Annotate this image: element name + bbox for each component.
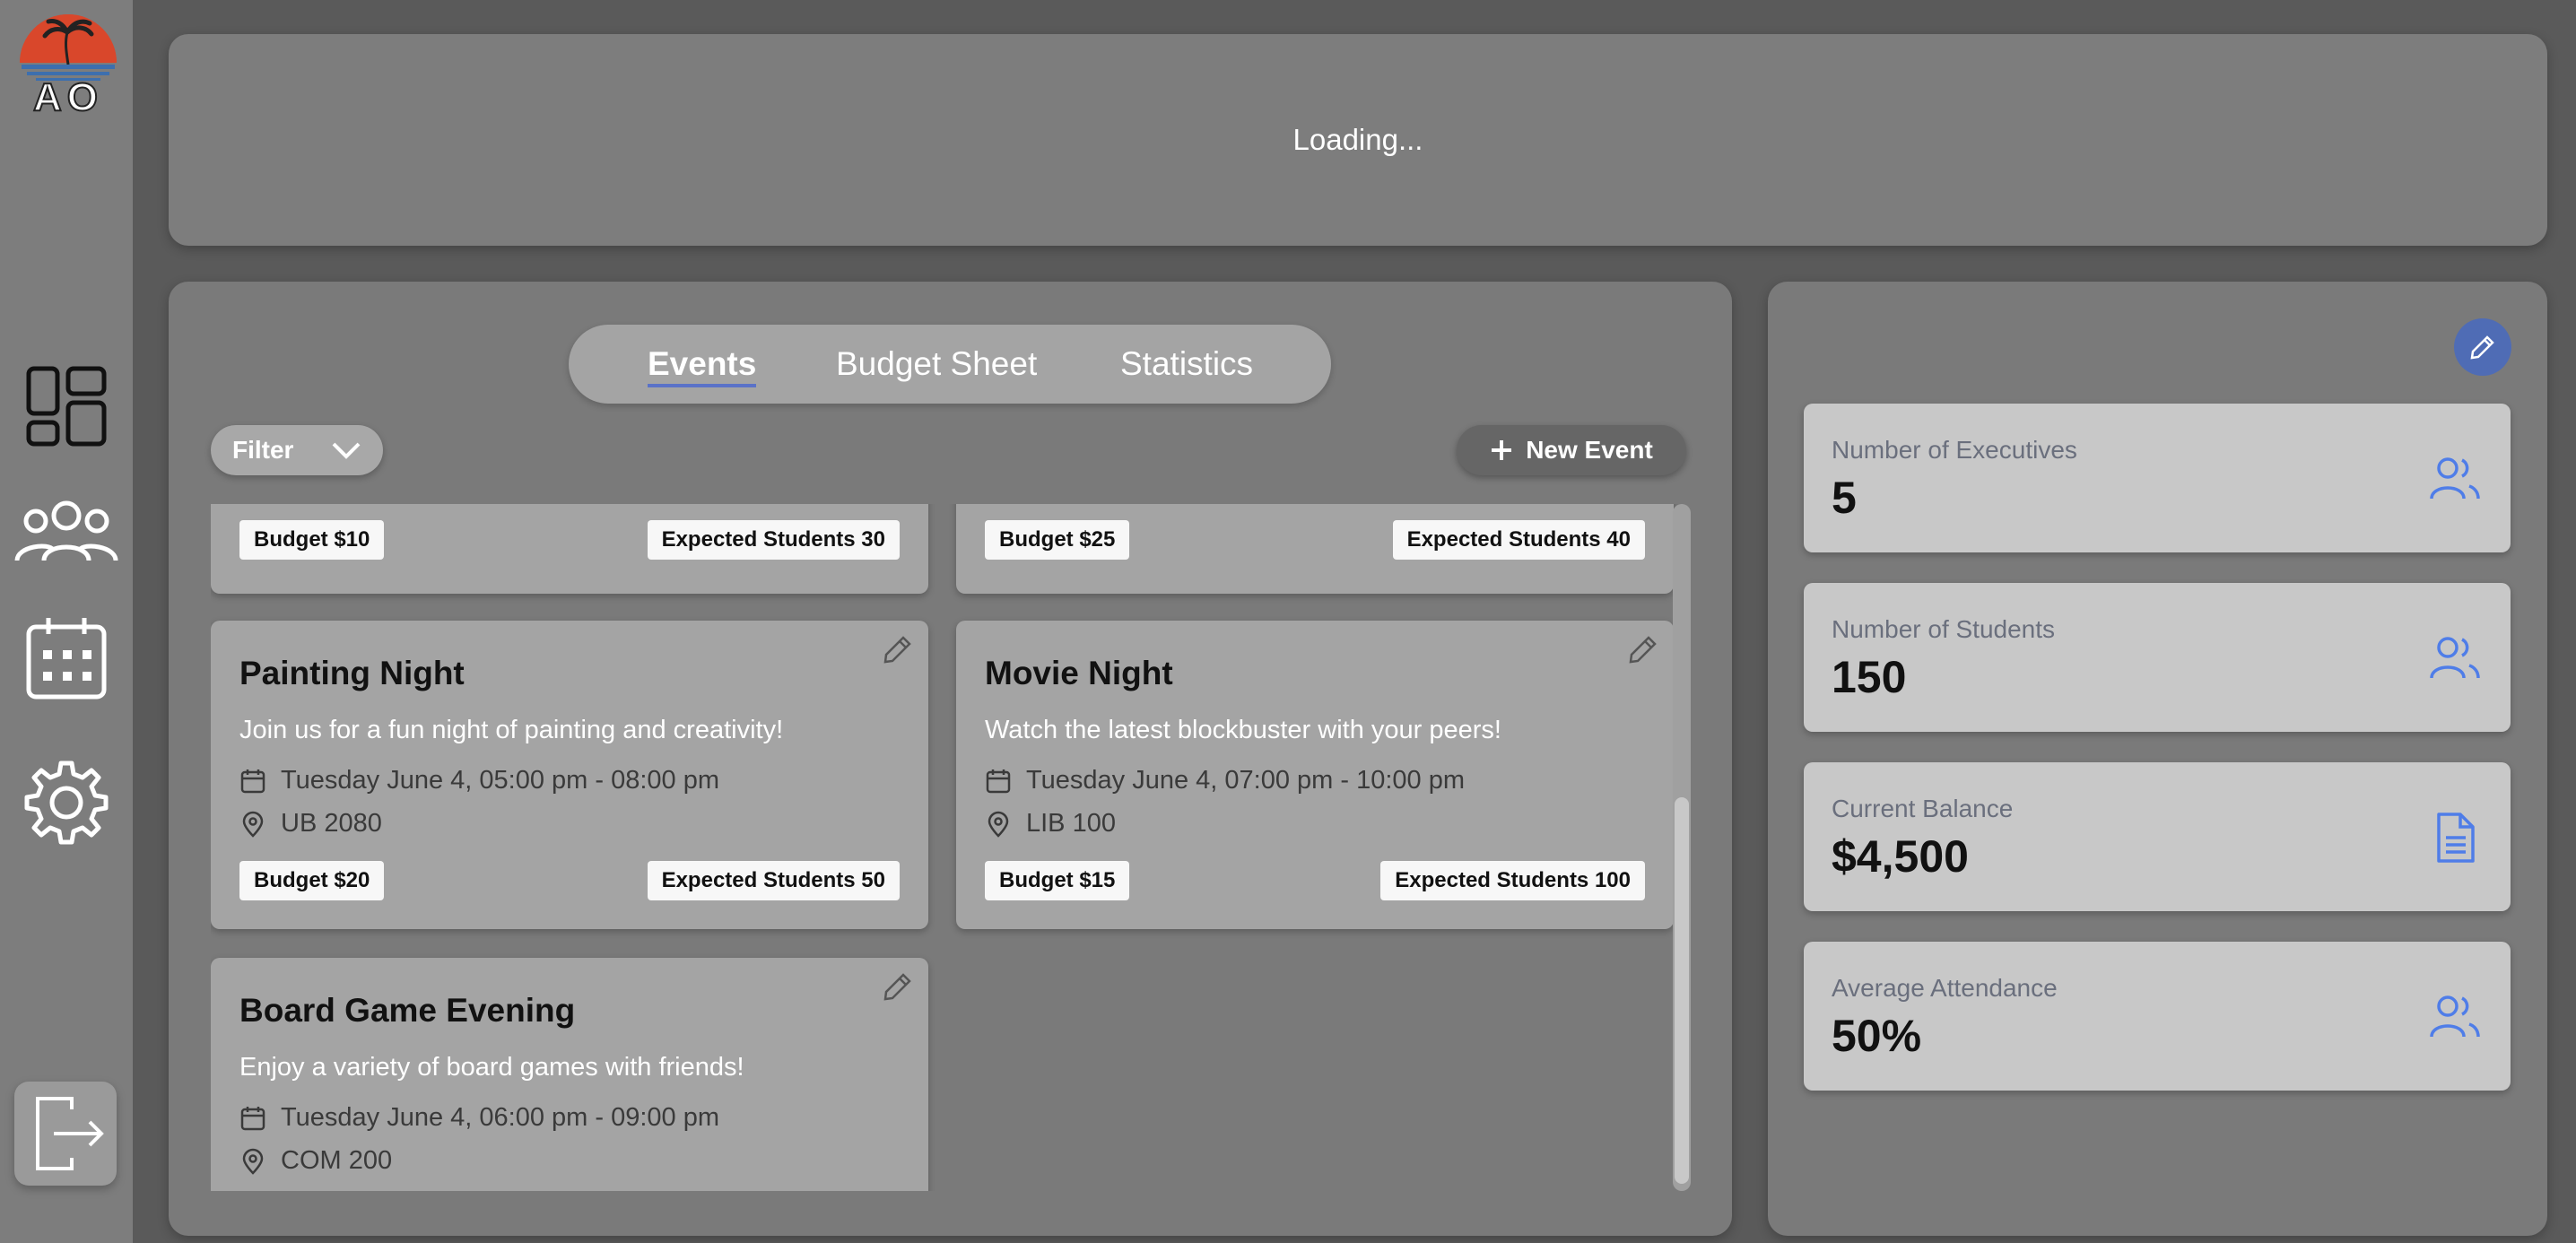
stat-value: $4,500	[1832, 831, 1969, 882]
edit-stats-button[interactable]	[2454, 318, 2511, 376]
event-card[interactable]: Painting Night Join us for a fun night o…	[211, 621, 928, 929]
pencil-icon[interactable]	[1627, 633, 1659, 665]
plus-icon	[1492, 440, 1512, 460]
stat-label: Number of Executives	[1832, 436, 2077, 464]
event-card[interactable]: Board Game Evening Enjoy a variety of bo…	[211, 958, 928, 1191]
event-card[interactable]: Budget $10 Expected Students 30	[211, 504, 928, 594]
stat-card-executives: Number of Executives 5	[1804, 404, 2511, 552]
calendar-small-icon	[240, 1106, 265, 1130]
location-pin-icon	[242, 1148, 264, 1175]
users-group-icon[interactable]	[13, 482, 120, 581]
event-description: Enjoy a variety of board games with frie…	[239, 1053, 744, 1082]
users-icon	[2430, 637, 2480, 679]
expected-students-chip: Expected Students 30	[647, 520, 900, 560]
budget-chip: Budget $25	[985, 520, 1130, 560]
event-description: Watch the latest blockbuster with your p…	[985, 716, 1501, 744]
stat-label: Current Balance	[1832, 795, 2014, 822]
event-datetime: Tuesday June 4, 06:00 pm - 09:00 pm	[239, 1103, 719, 1133]
event-title: Movie Night	[985, 655, 1173, 691]
expected-students-chip: Expected Students 50	[647, 861, 900, 900]
event-location: COM 200	[239, 1146, 392, 1176]
users-icon	[2430, 995, 2480, 1038]
pencil-icon[interactable]	[882, 633, 914, 665]
stat-label: Average Attendance	[1832, 974, 2058, 1002]
event-card[interactable]: Movie Night Watch the latest blockbuster…	[956, 621, 1674, 929]
expected-students-chip: Expected Students 100	[1380, 861, 1645, 900]
budget-chip: Budget $20	[239, 861, 385, 900]
logout-button[interactable]	[14, 1082, 117, 1186]
tab-events[interactable]: Events	[648, 325, 757, 404]
calendar-small-icon	[240, 769, 265, 793]
new-event-button[interactable]: New Event	[1457, 425, 1686, 475]
stat-value: 150	[1832, 652, 1907, 702]
gear-icon[interactable]	[13, 753, 120, 852]
stat-card-students: Number of Students 150	[1804, 583, 2511, 732]
pencil-icon[interactable]	[882, 970, 914, 1003]
event-datetime: Tuesday June 4, 05:00 pm - 08:00 pm	[239, 766, 719, 795]
chevron-down-icon	[332, 442, 361, 459]
stats-panel: Number of Executives 5 Number of Student…	[1768, 282, 2547, 1236]
event-description: Join us for a fun night of painting and …	[239, 716, 784, 744]
tab-statistics[interactable]: Statistics	[1120, 325, 1253, 404]
location-pin-icon	[242, 811, 264, 838]
tab-bar: Events Budget Sheet Statistics	[569, 325, 1331, 404]
stat-label: Number of Students	[1832, 615, 2056, 643]
event-location: LIB 100	[985, 809, 1116, 839]
scrollbar-thumb[interactable]	[1675, 797, 1689, 1184]
budget-chip: Budget $10	[239, 520, 385, 560]
new-event-label: New Event	[1526, 436, 1653, 464]
event-location: UB 2080	[239, 809, 382, 839]
logo: AO	[18, 13, 118, 122]
pencil-icon	[2470, 335, 2494, 360]
stat-card-balance: Current Balance $4,500	[1804, 762, 2511, 911]
sidebar: AO	[0, 0, 133, 1243]
document-icon	[2437, 813, 2475, 863]
events-list[interactable]: Budget $10 Expected Students 30 Budget $…	[211, 504, 1691, 1191]
logo-text: AO	[32, 74, 103, 120]
tab-budget-sheet[interactable]: Budget Sheet	[836, 325, 1037, 404]
logout-icon	[36, 1097, 104, 1170]
loading-text: Loading...	[1292, 123, 1423, 156]
stat-card-attendance: Average Attendance 50%	[1804, 942, 2511, 1091]
stat-value: 5	[1832, 473, 1857, 523]
calendar-small-icon	[986, 769, 1011, 793]
dashboard-icon[interactable]	[13, 357, 120, 456]
filter-dropdown[interactable]: Filter	[211, 425, 383, 475]
calendar-icon[interactable]	[13, 610, 120, 708]
users-icon	[2430, 457, 2480, 500]
event-title: Board Game Evening	[239, 992, 576, 1029]
top-banner: Loading...	[169, 34, 2547, 246]
stat-value: 50%	[1832, 1011, 1922, 1061]
events-panel: Events Budget Sheet Statistics Filter Ne…	[169, 282, 1732, 1236]
expected-students-chip: Expected Students 40	[1392, 520, 1645, 560]
budget-chip: Budget $15	[985, 861, 1130, 900]
location-pin-icon	[988, 811, 1009, 838]
event-card[interactable]: Budget $25 Expected Students 40	[956, 504, 1674, 594]
event-datetime: Tuesday June 4, 07:00 pm - 10:00 pm	[985, 766, 1465, 795]
event-title: Painting Night	[239, 655, 465, 691]
filter-label: Filter	[232, 436, 294, 464]
